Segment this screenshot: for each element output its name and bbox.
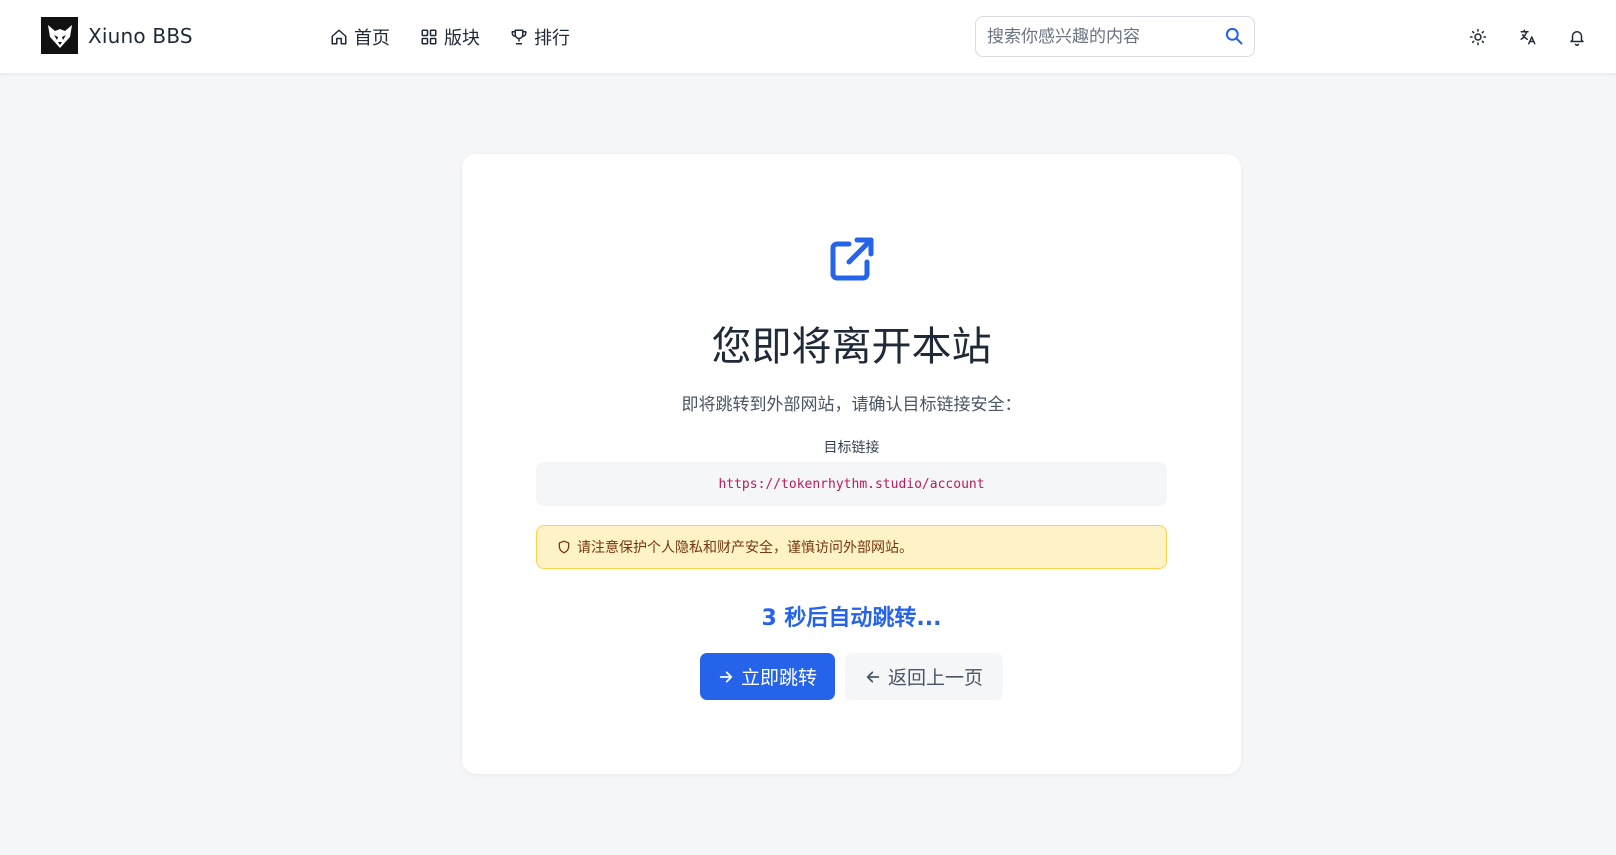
arrow-left-icon [865,669,881,685]
go-back-button[interactable]: 返回上一页 [845,653,1003,700]
grid-icon [421,29,437,45]
target-link-label: 目标链接 [823,440,880,456]
warning-text: 请注意保护个人隐私和财产安全，谨慎访问外部网站。 [577,540,913,556]
notification-bell-icon[interactable] [1565,25,1589,49]
nav-item-home[interactable]: 首页 [330,24,390,50]
page-title: 您即将离开本站 [711,324,992,370]
nav-label-ranking: 排行 [534,28,570,49]
nav-item-boards[interactable]: 版块 [420,24,480,50]
security-warning: 请注意保护个人隐私和财产安全，谨慎访问外部网站。 [536,525,1167,569]
countdown-text: 3 秒后自动跳转... [761,606,942,631]
theme-toggle-icon[interactable] [1466,25,1490,49]
search-box [975,16,1255,57]
redirect-subtitle: 即将跳转到外部网站，请确认目标链接安全： [681,395,1022,415]
main-nav: 首页 版块 排行 [330,24,600,50]
go-back-label: 返回上一页 [887,667,983,689]
trophy-icon [511,29,527,45]
search-input[interactable] [987,26,1217,47]
redirect-now-button[interactable]: 立即跳转 [700,653,835,700]
brand-link[interactable]: Xiuno BBS [41,17,193,54]
external-link-icon [825,234,877,290]
logo-icon [41,17,78,54]
top-navbar: Xiuno BBS 首页 版块 排行 [0,0,1616,74]
target-url: https://tokenrhythm.studio/account [718,476,985,492]
target-link-box: https://tokenrhythm.studio/account [536,462,1167,506]
nav-label-boards: 版块 [444,28,480,49]
home-icon [331,29,347,45]
shield-icon [558,540,570,554]
redirect-card: 您即将离开本站 即将跳转到外部网站，请确认目标链接安全： 目标链接 https:… [462,154,1241,774]
redirect-now-label: 立即跳转 [740,667,817,689]
search-icon[interactable] [1224,26,1244,50]
nav-item-ranking[interactable]: 排行 [510,24,570,50]
brand-name: Xiuno BBS [88,23,193,48]
arrow-right-icon [718,669,734,685]
translate-icon[interactable] [1516,25,1540,49]
nav-label-home: 首页 [354,28,390,49]
